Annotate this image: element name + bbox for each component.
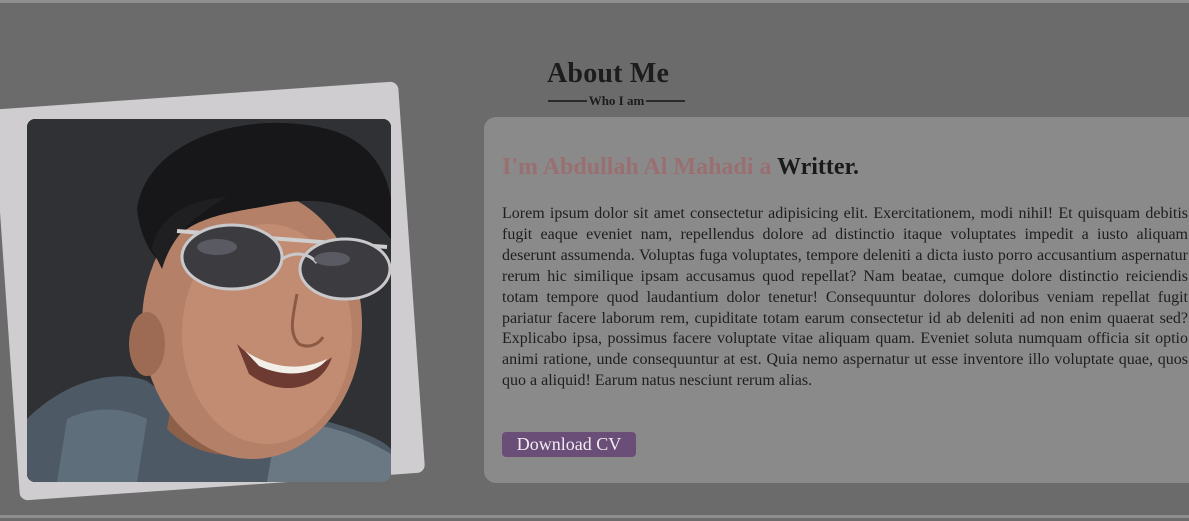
headline-prefix: I'm <box>502 154 543 180</box>
about-section: About Me Who I am I'm Abdullah Al Mahadi… <box>0 0 1189 521</box>
author-name: Abdullah Al Mahadi <box>542 154 754 180</box>
profile-photo <box>27 119 391 482</box>
section-subtitle: Who I am <box>548 93 685 109</box>
subtitle-left-line <box>548 100 587 102</box>
download-cv-button[interactable]: Download CV <box>502 432 636 457</box>
subtitle-right-line <box>646 100 685 102</box>
top-divider <box>0 0 1189 3</box>
bottom-divider <box>0 515 1189 518</box>
profile-photo-illustration <box>27 119 391 482</box>
bio-text: Lorem ipsum dolor sit amet consectetur a… <box>502 205 1188 390</box>
section-title: About Me <box>547 58 670 89</box>
profile-headline: I'm Abdullah Al Mahadi a Writter. <box>502 154 859 181</box>
headline-connector: a <box>753 154 778 180</box>
author-role: Writter. <box>777 154 859 180</box>
subtitle-text: Who I am <box>588 93 645 108</box>
